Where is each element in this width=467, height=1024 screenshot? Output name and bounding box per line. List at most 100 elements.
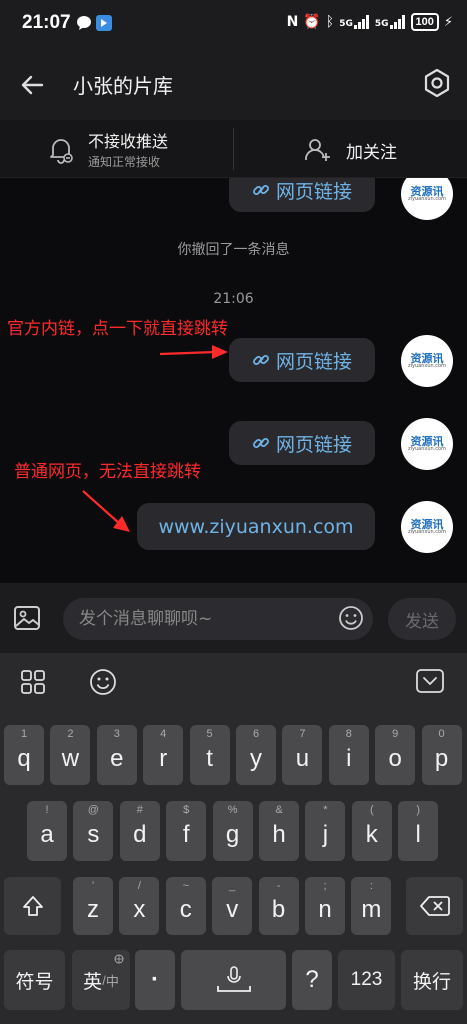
link-message[interactable]: 网页链接 — [229, 421, 375, 465]
key-c[interactable]: ~ c — [165, 877, 206, 935]
key-h[interactable]: & h — [259, 801, 299, 861]
avatar-logo-sub: ziyuanxun.com — [408, 529, 446, 535]
key-label: e — [110, 745, 124, 772]
key-label: r — [159, 745, 168, 772]
image-button[interactable] — [12, 603, 42, 637]
link-message[interactable]: 网页链接 — [229, 338, 375, 382]
key-k[interactable]: (k — [351, 801, 392, 861]
back-button[interactable] — [18, 70, 48, 100]
key-label: v — [226, 896, 239, 923]
key-v[interactable]: _ v — [212, 877, 253, 935]
backspace-icon — [419, 896, 450, 916]
key-y[interactable]: 6y — [236, 725, 276, 785]
key-hint: : — [369, 880, 373, 892]
globe-icon — [114, 954, 124, 964]
key-n[interactable]: ; n — [305, 877, 345, 935]
app-notify-icon — [96, 15, 112, 31]
key-hint: 0 — [438, 728, 445, 740]
numbers-key[interactable]: 123 — [338, 950, 395, 1010]
avatar[interactable]: 资源讯 ziyuanxun.com — [401, 335, 453, 387]
key-d[interactable]: # d — [119, 801, 160, 861]
key-label: t — [206, 745, 213, 772]
text-message-content: www.ziyuanxun.com — [158, 515, 354, 538]
key-g[interactable]: % g — [212, 801, 253, 861]
message-input-bar: 发送 — [0, 583, 467, 653]
key-hint: ~ — [182, 880, 190, 892]
key-label: k — [365, 821, 378, 848]
key-s[interactable]: @ s — [73, 801, 114, 861]
dot-key[interactable]: · — [135, 950, 175, 1010]
key-f[interactable]: $ f — [166, 801, 207, 861]
text-message[interactable]: www.ziyuanxun.com — [137, 503, 375, 550]
symbols-key-label: 符号 — [15, 971, 54, 993]
keyboard-collapse-icon — [416, 669, 444, 693]
key-e[interactable]: 3e — [96, 725, 137, 785]
language-switch-key[interactable]: 英 / 中 — [72, 950, 130, 1010]
annotation-label: 官方内链，点一下就直接跳转 — [7, 319, 228, 339]
key-r[interactable]: 4r — [143, 725, 184, 785]
key-label: q — [17, 745, 31, 772]
send-button[interactable]: 发送 — [388, 598, 456, 640]
key-hint: 7 — [299, 728, 306, 740]
key-label: h — [272, 821, 286, 848]
key-label: a — [40, 821, 54, 848]
settings-button[interactable] — [421, 67, 453, 99]
key-hint: * — [323, 804, 328, 816]
recall-notice: 你撤回了一条消息 — [177, 242, 290, 258]
avatar[interactable]: 资源讯 ziyuanxun.com — [401, 501, 453, 553]
key-a[interactable]: ! a — [27, 801, 67, 861]
network-type-1: 5G — [339, 19, 353, 29]
key-b[interactable]: -b — [258, 877, 299, 935]
key-x[interactable]: / x — [119, 877, 160, 935]
key-w[interactable]: 2w — [50, 725, 91, 785]
shift-key[interactable] — [4, 877, 61, 935]
enter-key[interactable]: 换行 — [401, 950, 463, 1010]
key-q[interactable]: 1q — [4, 725, 44, 785]
link-message[interactable]: 网页链接 — [229, 178, 375, 212]
key-hint: 9 — [392, 728, 399, 740]
push-setting-button[interactable]: 不接收推送 通知正常接收 — [0, 120, 233, 178]
key-u[interactable]: 7u — [282, 725, 323, 785]
key-p[interactable]: 0p — [421, 725, 462, 785]
key-m[interactable]: :m — [351, 877, 392, 935]
key-o[interactable]: 9o — [375, 725, 416, 785]
question-key[interactable]: ? — [292, 950, 332, 1010]
key-l[interactable]: ) l — [398, 801, 439, 861]
add-person-icon — [305, 139, 330, 161]
key-hint: 8 — [345, 728, 352, 740]
network-type-2: 5G — [374, 19, 389, 29]
key-t[interactable]: 5t — [189, 725, 230, 785]
status-left-icons — [76, 15, 112, 31]
red-arrow-icon — [159, 345, 228, 359]
key-hint: 4 — [160, 728, 167, 740]
key-label: d — [133, 821, 147, 848]
key-z[interactable]: ' z — [73, 877, 113, 935]
keyboard-menu-button[interactable] — [20, 669, 46, 699]
avatar[interactable]: 资源讯 ziyuanxun.com — [401, 418, 453, 470]
symbols-key[interactable]: 符号 — [4, 950, 65, 1010]
key-hint: ; — [323, 880, 327, 892]
chat-messages[interactable]: 网页链接 资源讯 ziyuanxun.com 你撤回了一条消息 21:06 官方… — [0, 178, 467, 583]
avatar[interactable]: 资源讯 ziyuanxun.com — [401, 178, 453, 220]
keyboard-emoji-button[interactable] — [88, 667, 118, 701]
link-message-text: 网页链接 — [275, 433, 352, 456]
avatar-logo-sub: ziyuanxun.com — [408, 363, 446, 369]
message-input[interactable] — [63, 598, 373, 640]
key-hint: ' — [91, 880, 95, 892]
emoji-button[interactable] — [338, 605, 364, 635]
key-label: l — [415, 821, 421, 848]
avatar-logo: 资源讯 ziyuanxun.com — [408, 519, 446, 535]
key-label: u — [295, 745, 310, 772]
link-message-text: 网页链接 — [275, 180, 352, 203]
key-i[interactable]: 8i — [328, 725, 369, 785]
follow-button[interactable]: 加关注 — [234, 120, 467, 178]
hide-keyboard-button[interactable] — [415, 667, 445, 699]
smiley-icon — [339, 606, 363, 630]
key-hint: # — [136, 804, 143, 816]
key-j[interactable]: * j — [305, 801, 346, 861]
delete-key[interactable] — [406, 877, 463, 935]
space-key[interactable] — [181, 950, 286, 1010]
nfc-icon: N — [286, 14, 299, 30]
avatar-logo-sub: ziyuanxun.com — [408, 196, 446, 202]
key-label: o — [388, 745, 402, 772]
